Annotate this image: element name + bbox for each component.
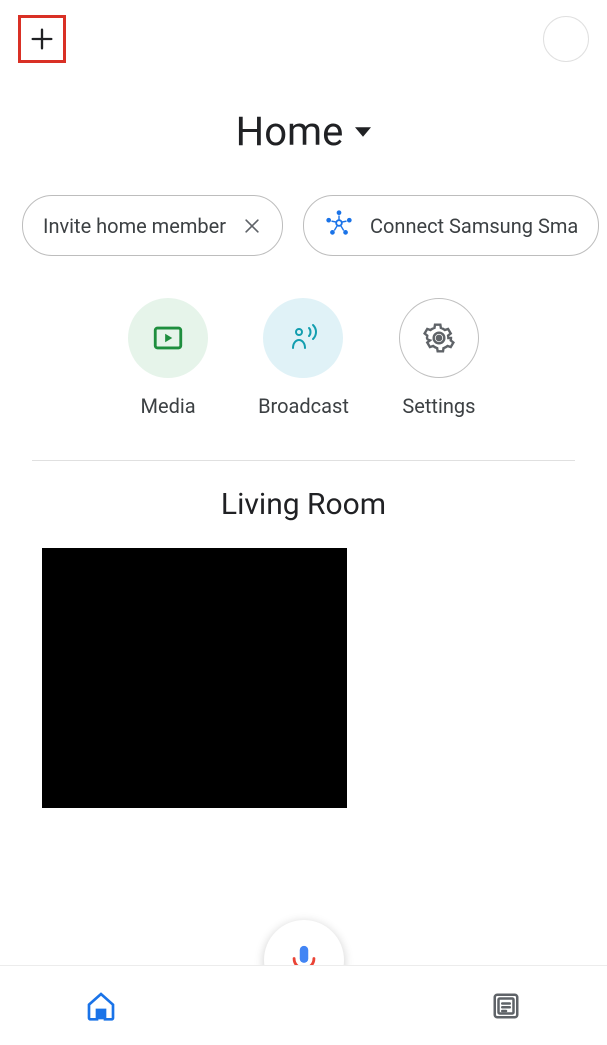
- chip-label: Connect Samsung Sma: [370, 214, 578, 238]
- home-selector[interactable]: Home: [0, 108, 607, 155]
- top-bar: [0, 0, 607, 78]
- nav-home[interactable]: [81, 986, 121, 1026]
- media-icon-circle: [128, 298, 208, 378]
- close-icon: [242, 216, 262, 236]
- chevron-down-icon: [355, 124, 371, 140]
- room-title: Living Room: [0, 487, 607, 522]
- smartthings-icon: [324, 208, 354, 243]
- quick-action-broadcast[interactable]: Broadcast: [258, 298, 349, 418]
- feed-icon: [491, 991, 521, 1021]
- profile-avatar[interactable]: [543, 16, 589, 62]
- home-icon: [85, 990, 117, 1022]
- device-card[interactable]: [42, 548, 347, 808]
- chip-close-button[interactable]: [242, 216, 262, 236]
- play-icon: [151, 321, 185, 355]
- chip-label: Invite home member: [43, 214, 226, 238]
- suggestion-chips: Invite home member Connect Samsung Sma: [0, 155, 607, 256]
- bottom-nav: [0, 965, 607, 1045]
- chip-connect-samsung[interactable]: Connect Samsung Sma: [303, 195, 599, 256]
- quick-action-settings[interactable]: Settings: [399, 298, 479, 418]
- chip-invite-member[interactable]: Invite home member: [22, 195, 283, 256]
- broadcast-icon-circle: [263, 298, 343, 378]
- settings-icon-circle: [399, 298, 479, 378]
- gear-icon: [423, 322, 455, 354]
- quick-action-label: Media: [141, 394, 196, 418]
- section-divider: [32, 460, 575, 461]
- quick-actions-row: Media Broadcast Settings: [0, 298, 607, 418]
- quick-action-media[interactable]: Media: [128, 298, 208, 418]
- page-title: Home: [236, 108, 344, 155]
- quick-action-label: Settings: [402, 394, 475, 418]
- plus-icon: [28, 25, 56, 53]
- nav-feed[interactable]: [486, 986, 526, 1026]
- broadcast-icon: [283, 318, 323, 358]
- add-button[interactable]: [18, 15, 66, 63]
- quick-action-label: Broadcast: [258, 394, 349, 418]
